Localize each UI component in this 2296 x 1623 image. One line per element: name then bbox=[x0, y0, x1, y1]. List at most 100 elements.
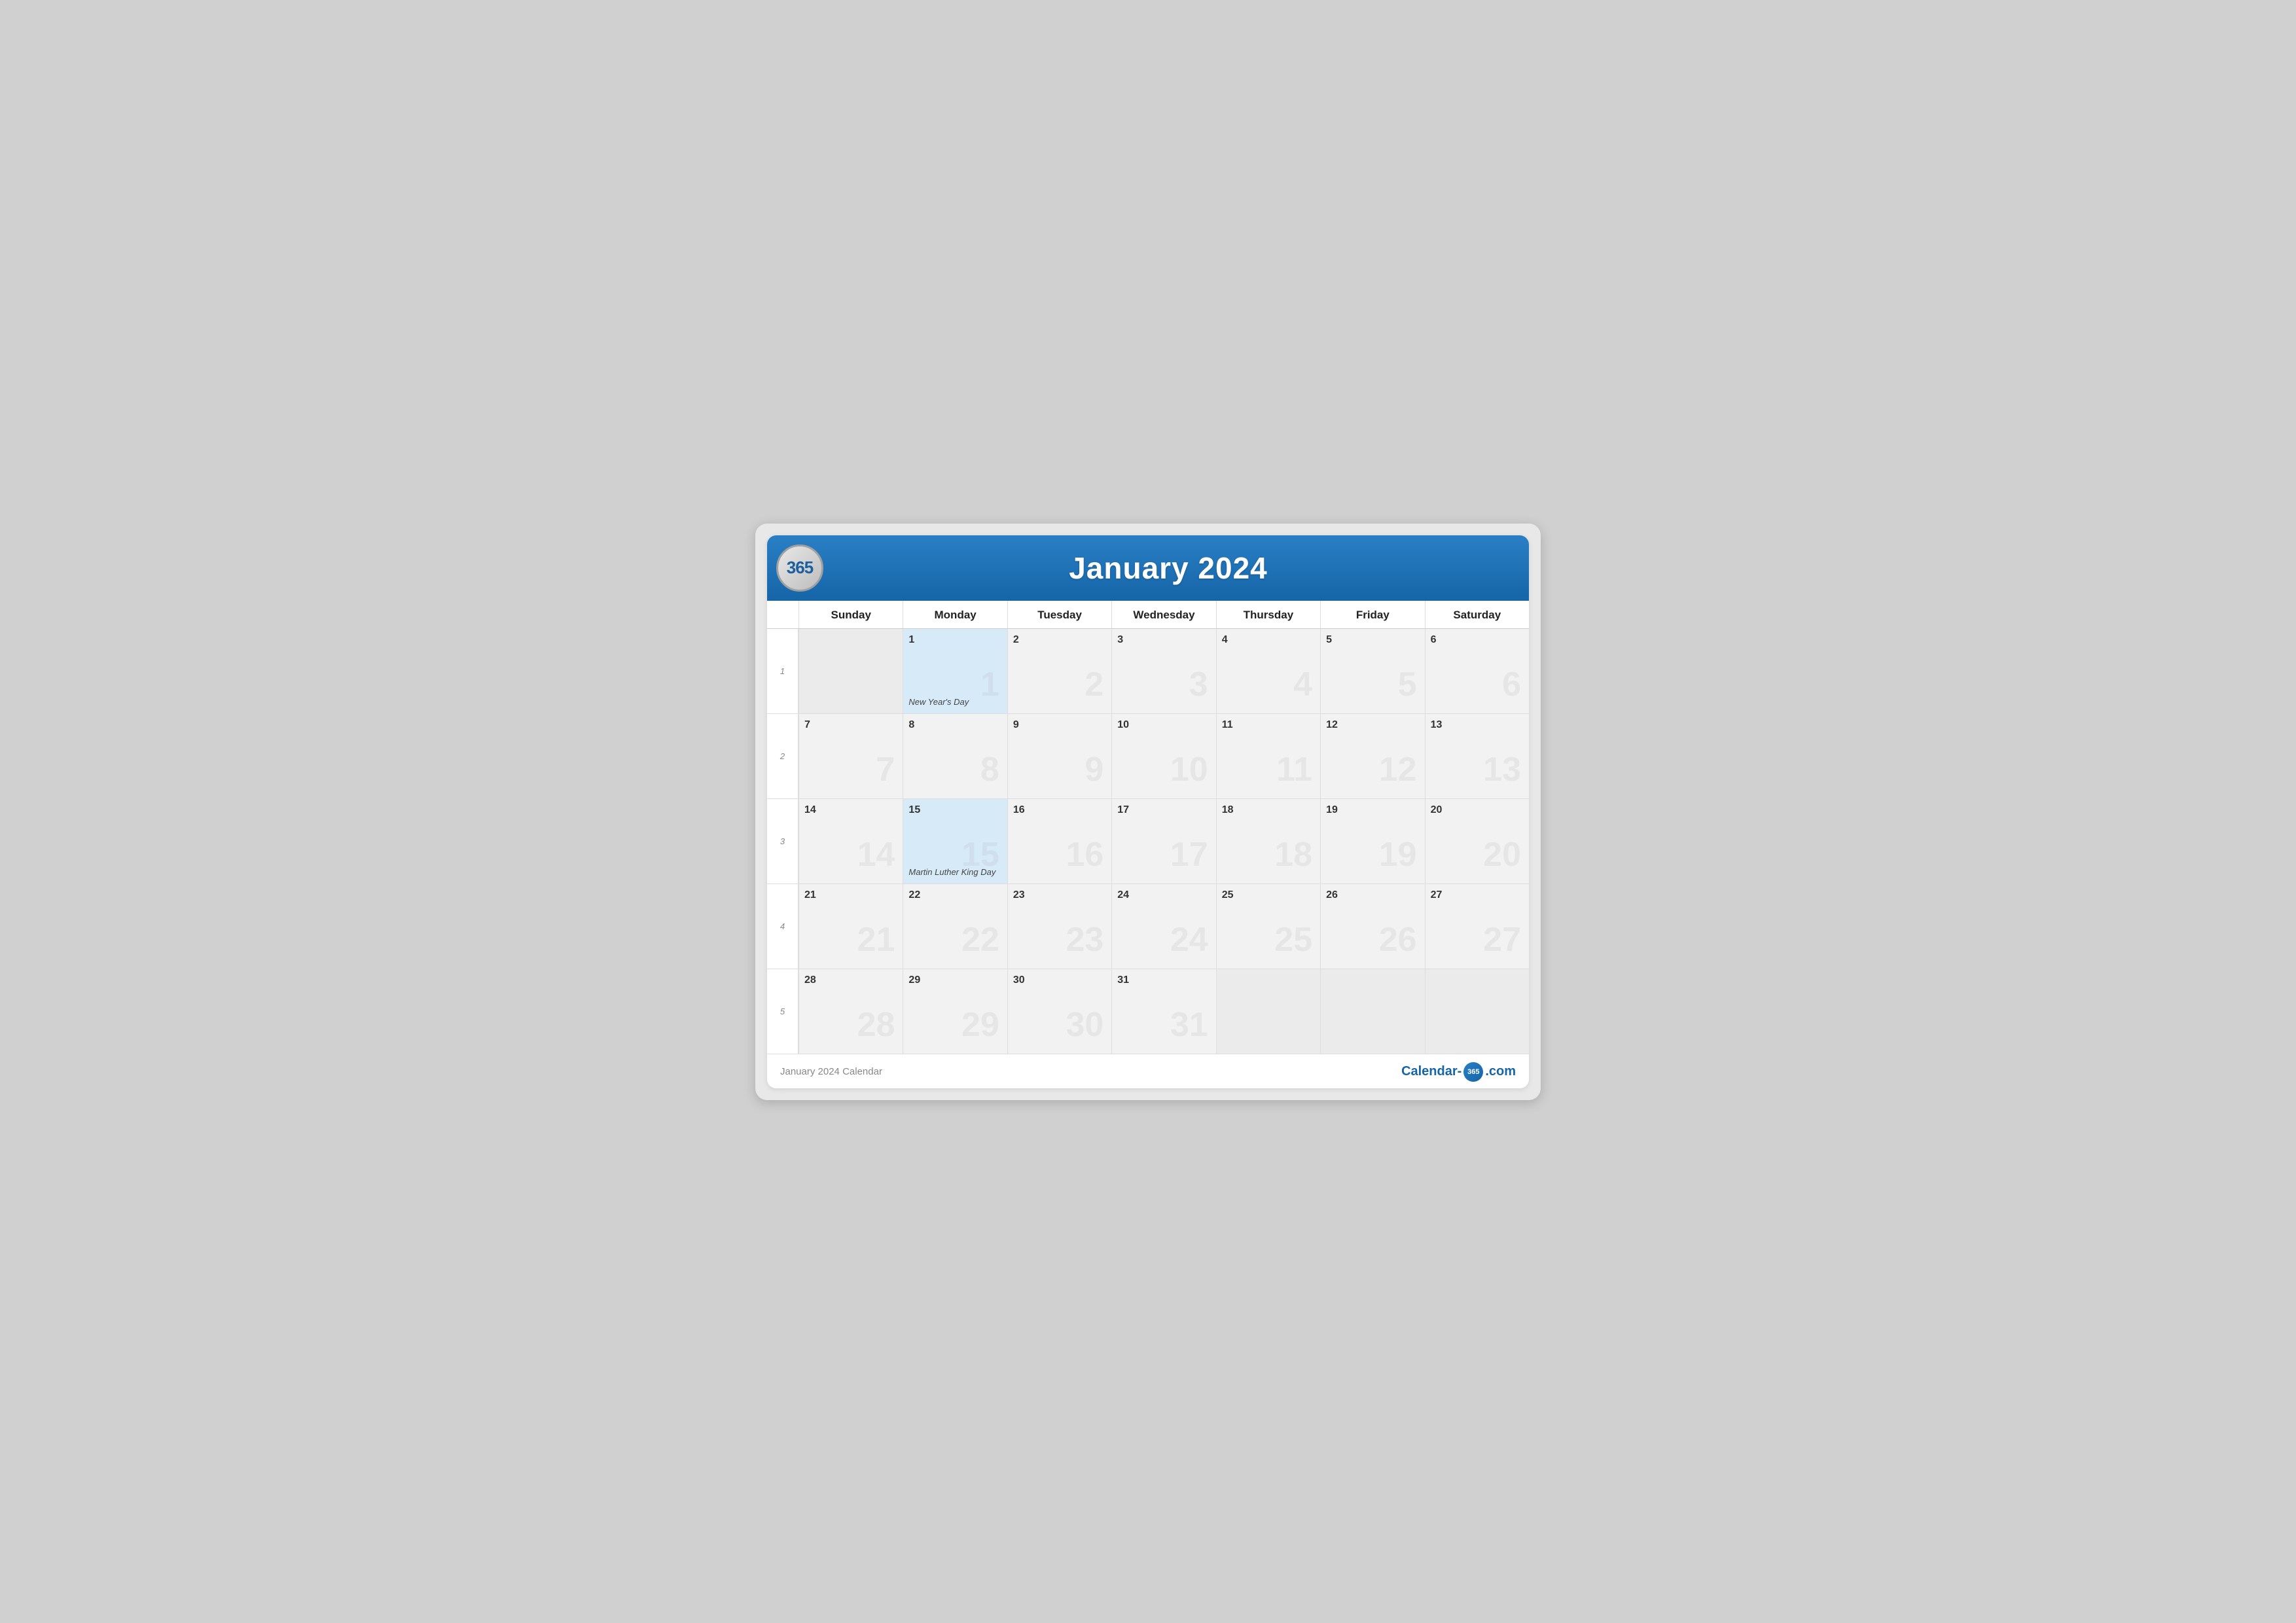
day-cell: 66 bbox=[1425, 629, 1529, 714]
watermark-number: 13 bbox=[1483, 753, 1521, 787]
footer-label: January 2024 Calendar bbox=[780, 1066, 882, 1077]
day-cell: 1616 bbox=[1007, 799, 1111, 884]
week-num-1: 1 bbox=[767, 629, 798, 714]
watermark-number: 8 bbox=[980, 753, 999, 787]
dow-thursday: Thursday bbox=[1216, 601, 1320, 628]
day-cell: 21 21 bbox=[798, 884, 903, 969]
watermark-number: 25 bbox=[1274, 923, 1312, 957]
day-cell: 26 26 bbox=[1320, 884, 1424, 969]
day-cell: 33 bbox=[1111, 629, 1215, 714]
day-number: 6 bbox=[1431, 634, 1522, 646]
day-number: 18 bbox=[1222, 804, 1314, 816]
dow-monday: Monday bbox=[903, 601, 1007, 628]
watermark-number: 17 bbox=[1170, 838, 1208, 872]
calendar-header: 365 January 2024 bbox=[767, 535, 1529, 601]
watermark-number: 7 bbox=[876, 753, 895, 787]
watermark-number: 22 bbox=[961, 923, 999, 957]
day-cell: 10 10 bbox=[1111, 714, 1215, 799]
day-number: 9 bbox=[1013, 719, 1105, 731]
day-cell: 29 29 bbox=[903, 969, 1007, 1054]
day-number: 12 bbox=[1326, 719, 1418, 731]
dow-tuesday: Tuesday bbox=[1007, 601, 1111, 628]
day-number: 30 bbox=[1013, 974, 1105, 986]
watermark-number: 5 bbox=[1398, 668, 1417, 702]
day-cell bbox=[1320, 969, 1424, 1054]
day-number: 19 bbox=[1326, 804, 1418, 816]
day-number: 27 bbox=[1431, 889, 1522, 901]
day-number: 7 bbox=[804, 719, 896, 731]
page-wrapper: 365 January 2024 Sunday Monday Tuesday W… bbox=[755, 524, 1541, 1100]
day-cell: 12 12 bbox=[1320, 714, 1424, 799]
dow-saturday: Saturday bbox=[1425, 601, 1529, 628]
watermark-number: 2 bbox=[1085, 668, 1103, 702]
logo-badge: 365 bbox=[776, 544, 823, 592]
day-number: 17 bbox=[1117, 804, 1209, 816]
watermark-number: 11 bbox=[1276, 753, 1312, 787]
brand-text-suffix: .com bbox=[1485, 1064, 1516, 1079]
watermark-number: 10 bbox=[1170, 753, 1208, 787]
watermark-number: 14 bbox=[857, 838, 895, 872]
watermark-number: 21 bbox=[857, 923, 895, 957]
day-cell: 2323 bbox=[1007, 884, 1111, 969]
day-cell: 11 11 bbox=[1216, 714, 1320, 799]
week-num-5: 5 bbox=[767, 969, 798, 1054]
watermark-number: 3 bbox=[1189, 668, 1208, 702]
day-number: 10 bbox=[1117, 719, 1209, 731]
watermark-number: 29 bbox=[961, 1008, 999, 1042]
watermark-number: 28 bbox=[857, 1008, 895, 1042]
day-cell: 1414 bbox=[798, 799, 903, 884]
day-number: 11 bbox=[1222, 719, 1314, 731]
day-cell: 2020 bbox=[1425, 799, 1529, 884]
watermark-number: 23 bbox=[1066, 923, 1103, 957]
day-cell: 1717 bbox=[1111, 799, 1215, 884]
watermark-number: 24 bbox=[1170, 923, 1208, 957]
day-cell bbox=[1216, 969, 1320, 1054]
watermark-number: 26 bbox=[1379, 923, 1417, 957]
week-num-2: 2 bbox=[767, 714, 798, 799]
day-cell: 30 30 bbox=[1007, 969, 1111, 1054]
day-cell: 1919 bbox=[1320, 799, 1424, 884]
dow-friday: Friday bbox=[1320, 601, 1424, 628]
day-cell bbox=[798, 629, 903, 714]
day-cell: 99 bbox=[1007, 714, 1111, 799]
holiday-name: Martin Luther King Day bbox=[908, 867, 1001, 877]
watermark-number: 18 bbox=[1274, 838, 1312, 872]
day-number: 5 bbox=[1326, 634, 1418, 646]
day-cell: 28 28 bbox=[798, 969, 903, 1054]
brand-text-prefix: Calendar- bbox=[1401, 1064, 1462, 1079]
day-number: 8 bbox=[908, 719, 1000, 731]
day-number: 16 bbox=[1013, 804, 1105, 816]
footer-brand: Calendar- 365 .com bbox=[1401, 1062, 1516, 1082]
watermark-number: 4 bbox=[1293, 668, 1312, 702]
day-number: 28 bbox=[804, 974, 896, 986]
day-cell: 44 bbox=[1216, 629, 1320, 714]
watermark-number: 31 bbox=[1170, 1008, 1208, 1042]
dow-wednesday: Wednesday bbox=[1111, 601, 1215, 628]
day-number: 29 bbox=[908, 974, 1000, 986]
calendar-grid: 111New Year's Day22334455662778899101011… bbox=[767, 629, 1529, 1054]
day-cell: 88 bbox=[903, 714, 1007, 799]
day-number: 21 bbox=[804, 889, 896, 901]
day-cell: 22 22 bbox=[903, 884, 1007, 969]
day-number: 13 bbox=[1431, 719, 1522, 731]
calendar-title: January 2024 bbox=[823, 550, 1513, 586]
watermark-number: 27 bbox=[1483, 923, 1521, 957]
day-number: 1 bbox=[908, 634, 1000, 646]
day-number: 25 bbox=[1222, 889, 1314, 901]
week-num-header bbox=[767, 601, 798, 628]
watermark-number: 12 bbox=[1379, 753, 1417, 787]
holiday-name: New Year's Day bbox=[908, 697, 1001, 707]
day-number: 24 bbox=[1117, 889, 1209, 901]
day-number: 26 bbox=[1326, 889, 1418, 901]
watermark-number: 6 bbox=[1502, 668, 1521, 702]
day-cell: 31 31 bbox=[1111, 969, 1215, 1054]
day-number: 22 bbox=[908, 889, 1000, 901]
week-num-4: 4 bbox=[767, 884, 798, 969]
day-cell bbox=[1425, 969, 1529, 1054]
day-cell: 1515Martin Luther King Day bbox=[903, 799, 1007, 884]
day-number: 31 bbox=[1117, 974, 1209, 986]
day-cell: 22 bbox=[1007, 629, 1111, 714]
watermark-number: 30 bbox=[1066, 1008, 1103, 1042]
watermark-number: 19 bbox=[1379, 838, 1417, 872]
footer: January 2024 Calendar Calendar- 365 .com bbox=[767, 1054, 1529, 1088]
